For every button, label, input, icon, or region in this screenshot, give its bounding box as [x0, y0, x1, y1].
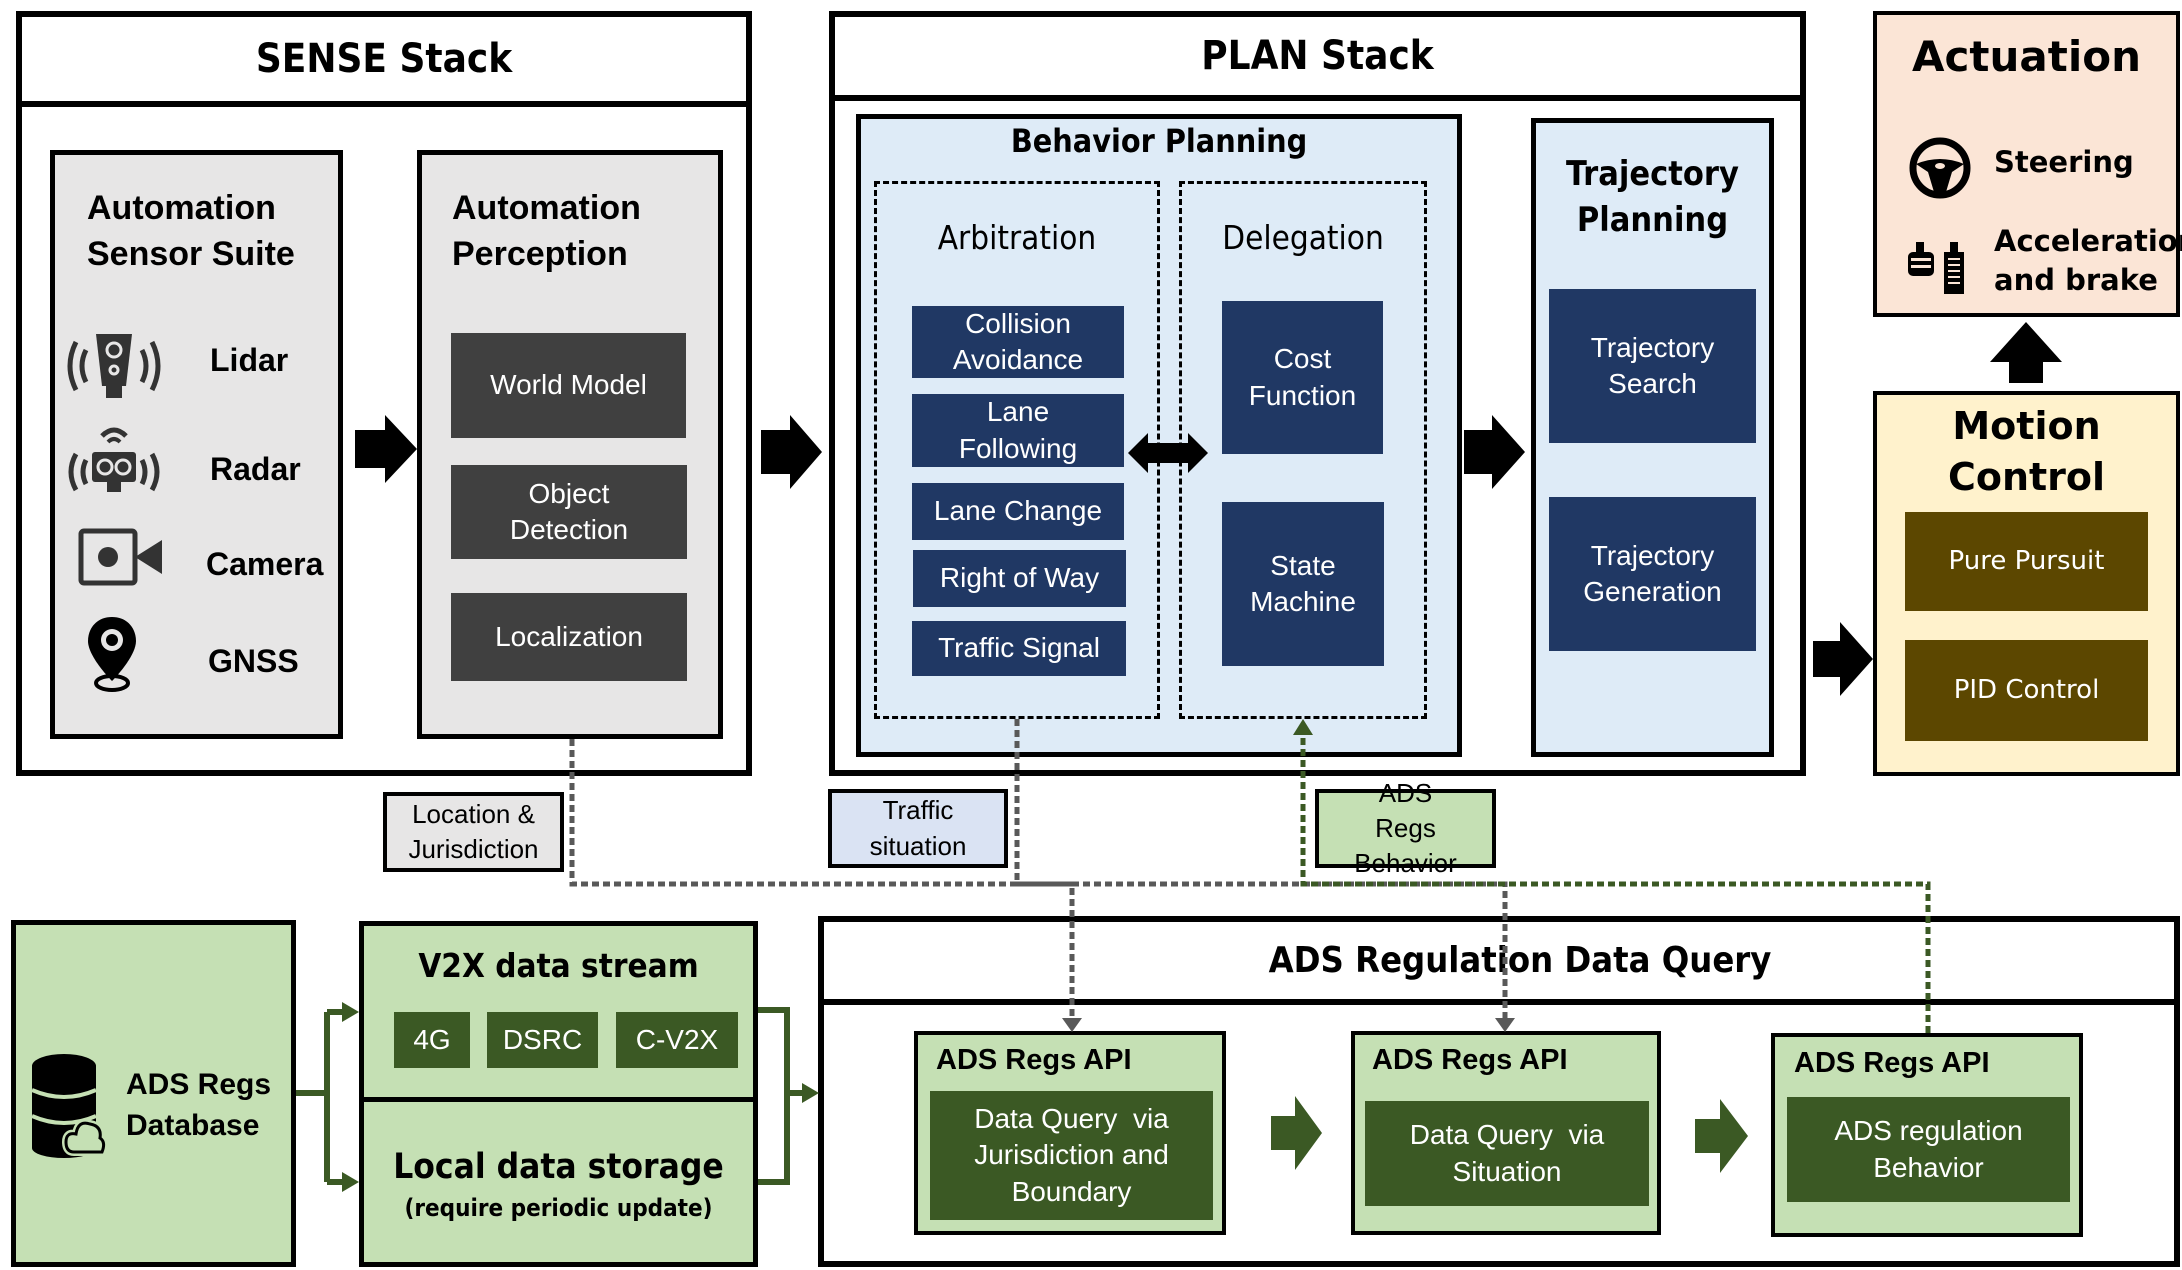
actuation-accel-brake-label: Acceleration and brake [1994, 222, 2182, 300]
sensor-suite-title-line1: Automation [87, 189, 276, 227]
trajectory-title-line1: Trajectory [1566, 154, 1739, 195]
arbitration-title: Arbitration [937, 217, 1097, 257]
sense-header-divider [16, 101, 752, 107]
arbitration-item: Lane Following [912, 394, 1124, 467]
trajectory-planning-title: Trajectory Planning [1536, 148, 1769, 248]
v2x-title: V2X data stream [418, 945, 699, 985]
sensor-label-lidar: Lidar [210, 342, 289, 378]
accel-label-line1: Acceleration [1994, 224, 2182, 258]
arbitration-item: Traffic Signal [912, 621, 1126, 676]
world-model-module: World Model [451, 333, 686, 438]
v2x-chip-dsrc: DSRC [487, 1012, 598, 1068]
local-storage-title: Local data storage [393, 1147, 724, 1187]
arbitration-item: Lane Change [912, 483, 1124, 540]
sensor-label-gnss: GNSS [208, 643, 299, 679]
plan-header-divider [829, 95, 1806, 101]
trajectory-search-module: Trajectory Search [1549, 289, 1756, 443]
trajectory-title-line2: Planning [1576, 200, 1729, 240]
v2x-chip-cv2x: C-V2X [616, 1012, 738, 1068]
motion-control-title: Motion Control [1877, 398, 2176, 506]
delegation-title: Delegation [1222, 217, 1384, 257]
query-title: ADS Regulation Data Query [1268, 940, 1772, 981]
location-jurisdiction-label: Location & Jurisdiction [383, 792, 564, 872]
motion-title-line1: Motion [1952, 403, 2101, 448]
api-title: ADS Regs API [1372, 1044, 1568, 1076]
trajectory-generation-module: Trajectory Generation [1549, 497, 1756, 651]
traffic-situation-label: Traffic situation [828, 789, 1008, 868]
cost-function-module: Cost Function [1222, 301, 1383, 454]
object-detection-module: Object Detection [451, 465, 687, 559]
plan-stack-title: PLAN Stack [1201, 33, 1434, 79]
arbitration-item: Collision Avoidance [912, 306, 1124, 378]
local-storage-subtitle: (require periodic update) [404, 1194, 713, 1222]
ads-regs-behavior-label: ADS Regs Behavior [1315, 778, 1496, 878]
arbitration-item: Right of Way [913, 550, 1126, 607]
database-label-line1: ADS Regs [126, 1068, 272, 1101]
connector-merge [758, 1007, 805, 1185]
accel-label-line2: and brake [1994, 263, 2158, 298]
sensor-label-radar: Radar [210, 451, 301, 487]
sensor-label-camera: Camera [206, 546, 324, 582]
state-machine-module: State Machine [1222, 502, 1384, 666]
connector-db-split [296, 1012, 330, 1182]
arrow-plan-to-motion-control [1813, 622, 1873, 696]
query-header-divider [818, 999, 2180, 1005]
pure-pursuit-module: Pure Pursuit [1905, 512, 2148, 611]
gnss-pin-icon [82, 615, 142, 695]
arrowhead-v2x [342, 1002, 359, 1022]
behavior-planning-title: Behavior Planning [1010, 122, 1308, 160]
steering-wheel-icon [1908, 136, 1972, 200]
api-title: ADS Regs API [936, 1044, 1132, 1076]
database-label-line2: Database [126, 1108, 260, 1142]
v2x-chip-4g: 4G [394, 1012, 470, 1068]
camera-icon [78, 528, 164, 588]
lidar-icon [62, 330, 166, 402]
api-body: ADS regulation Behavior [1787, 1097, 2070, 1202]
database-label: ADS Regs Database [126, 1065, 271, 1146]
arrow-sense-to-plan [761, 415, 822, 489]
cloud-database-icon [30, 1052, 108, 1158]
perception-title: Automation Perception [452, 186, 641, 278]
arrowhead-local [342, 1172, 359, 1192]
arrow-motion-to-actuation [1990, 322, 2062, 383]
pid-control-module: PID Control [1905, 640, 2148, 741]
actuation-steering-label: Steering [1994, 145, 2134, 179]
localization-module: Localization [451, 593, 687, 681]
actuation-title: Actuation [1912, 31, 2141, 81]
motion-title-line2: Control [1947, 455, 2106, 499]
sensor-suite-title-line2: Sensor Suite [87, 234, 295, 273]
sense-stack-title: SENSE Stack [255, 36, 513, 82]
pedals-icon [1906, 240, 1970, 296]
api-body: Data Query via Situation [1365, 1101, 1649, 1206]
radar-icon [62, 420, 166, 500]
sensor-suite-title: Automation Sensor Suite [87, 186, 295, 278]
api-body: Data Query via Jurisdiction and Boundary [930, 1091, 1213, 1220]
arrowhead-query [802, 1083, 819, 1103]
perception-title-line1: Automation [452, 189, 641, 227]
perception-title-line2: Perception [452, 234, 628, 273]
api-title: ADS Regs API [1794, 1047, 1990, 1079]
